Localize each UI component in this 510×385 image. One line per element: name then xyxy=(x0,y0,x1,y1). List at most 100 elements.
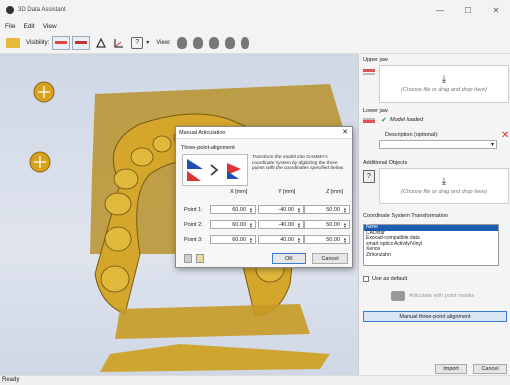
remove-icon[interactable]: ✕ xyxy=(501,130,509,141)
cancel-button[interactable]: Cancel xyxy=(473,364,507,374)
col-x-header: X [mm] xyxy=(230,189,248,195)
point-2-label: Point 2: xyxy=(184,222,203,228)
visibility-label: Visibility: xyxy=(26,39,50,46)
point-3-x-input[interactable]: 60.00 ▲ ▼ xyxy=(210,235,256,244)
model-lower-base xyxy=(115,304,310,339)
point-1-x-input[interactable]: 60.00 ▲ ▼ xyxy=(210,205,256,214)
manual-alignment-button[interactable]: Manual three-point alignment xyxy=(363,311,507,322)
triangle-red-1 xyxy=(187,171,201,181)
spin-down-icon[interactable]: ▼ xyxy=(343,209,347,214)
head-left-icon[interactable] xyxy=(208,36,219,49)
help-dropdown-icon[interactable]: ▾ xyxy=(146,39,149,46)
window-title: 3D Data Assistant xyxy=(18,7,66,13)
spin-icon[interactable]: ▲ ▼ xyxy=(296,222,302,229)
help-file-icon: ? xyxy=(363,170,375,183)
point-2-z-input[interactable]: 50.00 ▲ ▼ xyxy=(304,220,350,229)
spin-icon[interactable]: ▲ ▼ xyxy=(248,222,254,229)
maximize-button[interactable]: ☐ xyxy=(454,0,482,20)
open-folder-icon[interactable] xyxy=(6,37,20,48)
head-front-icon[interactable] xyxy=(176,36,187,49)
point-3-y-value: 40.00 xyxy=(280,237,294,243)
toolbar: Visibility: ? ▾ View: xyxy=(0,32,510,54)
minimize-button[interactable]: — xyxy=(426,0,454,20)
coord-system-list[interactable]: None CADstar Exocad-compatible data smar… xyxy=(363,224,499,266)
spin-down-icon[interactable]: ▼ xyxy=(297,209,301,214)
dialog-title-bar: Manual Articulation ✕ xyxy=(176,127,352,139)
point-2-y-input[interactable]: -40.00 ▲ ▼ xyxy=(258,220,304,229)
status-text: Ready xyxy=(2,377,20,383)
check-icon: ✔ xyxy=(381,117,387,124)
three-point-group-label: Three-point-alignment xyxy=(181,145,235,151)
visibility-upper-button[interactable] xyxy=(52,35,71,50)
dialog-title: Manual Articulation xyxy=(179,130,226,136)
use-default-checkbox[interactable] xyxy=(363,276,369,282)
additional-objects-heading: Additional Objects xyxy=(363,160,408,166)
articulate-label: Articulate with point masks xyxy=(409,293,475,299)
arrow-right-icon xyxy=(210,164,219,176)
point-3-label: Point 3: xyxy=(184,237,203,243)
spin-icon[interactable]: ▲ ▼ xyxy=(296,237,302,244)
copy-icon[interactable] xyxy=(184,254,192,263)
spin-icon[interactable]: ▲ ▼ xyxy=(296,207,302,214)
lower-jaw-icon xyxy=(75,41,88,44)
col-y-header: Y [mm] xyxy=(278,189,296,195)
upper-jaw-heading: Upper jaw xyxy=(363,57,388,63)
spin-down-icon[interactable]: ▼ xyxy=(249,224,253,229)
view-label: View: xyxy=(156,39,171,46)
spin-down-icon[interactable]: ▼ xyxy=(343,224,347,229)
coord-system-heading: Coordinate System Transformation xyxy=(363,213,448,219)
spin-icon[interactable]: ▲ ▼ xyxy=(248,237,254,244)
menu-file[interactable]: File xyxy=(5,23,15,30)
menu-bar: File Edit View xyxy=(0,20,510,32)
point-1-label: Point 1: xyxy=(184,207,203,213)
spin-icon[interactable]: ▲ ▼ xyxy=(342,207,348,214)
import-button[interactable]: Import xyxy=(435,364,467,374)
head-right-icon[interactable] xyxy=(224,36,235,49)
col-z-header: Z [mm] xyxy=(326,189,344,195)
point-3-z-value: 50.00 xyxy=(326,237,340,243)
tool-icon[interactable] xyxy=(95,37,107,49)
point-1-y-value: -40.00 xyxy=(278,207,294,213)
alignment-illustration xyxy=(182,154,248,186)
spin-down-icon[interactable]: ▼ xyxy=(343,239,347,244)
spin-down-icon[interactable]: ▼ xyxy=(297,224,301,229)
spin-icon[interactable]: ▲ ▼ xyxy=(342,237,348,244)
point-2-x-value: 60.00 xyxy=(232,222,246,228)
paste-icon[interactable] xyxy=(196,254,204,263)
triangle-blue-1 xyxy=(187,159,203,169)
head-back-icon[interactable] xyxy=(192,36,203,49)
point-3-x-value: 60.00 xyxy=(232,237,246,243)
point-1-z-input[interactable]: 50.00 ▲ ▼ xyxy=(304,205,350,214)
axes-icon[interactable] xyxy=(113,37,125,49)
spin-down-icon[interactable]: ▼ xyxy=(249,209,253,214)
model-lower-edge xyxy=(100,344,330,372)
additional-drop-text: (Choose file or drag and drop here) xyxy=(401,189,487,195)
coord-option-zirkonzahn[interactable]: Zirkonzahn xyxy=(364,252,498,259)
close-button[interactable]: ✕ xyxy=(482,0,510,20)
upper-jaw-drop-zone[interactable]: ⤓ (Choose file or drag and drop here) xyxy=(379,65,509,103)
upper-jaw-drop-text: (Choose file or drag and drop here) xyxy=(401,87,487,93)
point-3-z-input[interactable]: 50.00 ▲ ▼ xyxy=(304,235,350,244)
menu-view[interactable]: View xyxy=(43,23,57,30)
manual-articulation-dialog: Manual Articulation ✕ Three-point-alignm… xyxy=(175,126,353,268)
download-icon: ⤓ xyxy=(441,74,447,85)
visibility-lower-button[interactable] xyxy=(72,35,91,50)
description-field[interactable]: ▾ xyxy=(379,140,497,149)
spin-down-icon[interactable]: ▼ xyxy=(249,239,253,244)
head-top-icon[interactable] xyxy=(240,36,249,49)
description-label: Description (optional): xyxy=(385,132,439,138)
help-icon[interactable]: ? xyxy=(131,36,144,49)
spin-icon[interactable]: ▲ ▼ xyxy=(342,222,348,229)
spin-down-icon[interactable]: ▼ xyxy=(297,239,301,244)
chevron-down-icon: ▾ xyxy=(490,142,494,148)
menu-edit[interactable]: Edit xyxy=(23,23,34,30)
additional-objects-drop-zone[interactable]: ⤓ (Choose file or drag and drop here) xyxy=(379,168,509,204)
point-2-x-input[interactable]: 60.00 ▲ ▼ xyxy=(210,220,256,229)
point-3-y-input[interactable]: 40.00 ▲ ▼ xyxy=(258,235,304,244)
point-2-z-value: 50.00 xyxy=(326,222,340,228)
dialog-close-icon[interactable]: ✕ xyxy=(342,127,348,139)
point-1-y-input[interactable]: -40.00 ▲ ▼ xyxy=(258,205,304,214)
dialog-cancel-button[interactable]: Cancel xyxy=(312,253,348,264)
dialog-ok-button[interactable]: OK xyxy=(272,253,306,264)
spin-icon[interactable]: ▲ ▼ xyxy=(248,207,254,214)
